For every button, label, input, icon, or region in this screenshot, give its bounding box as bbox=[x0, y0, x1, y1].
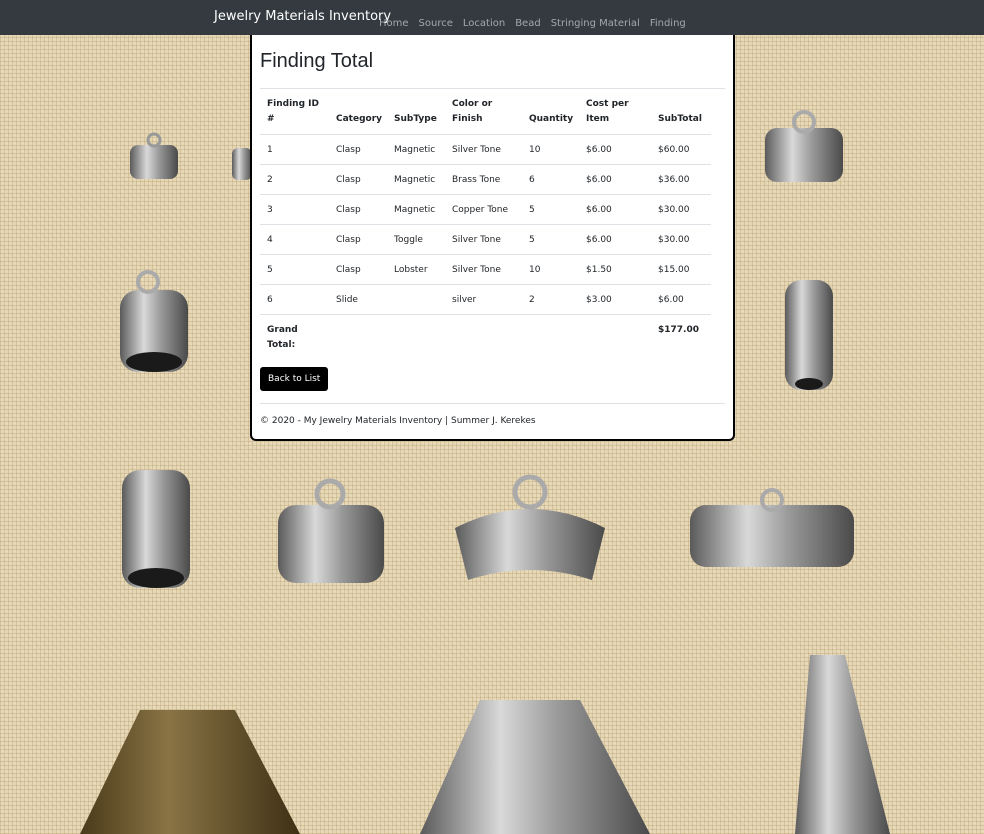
nav-item-stringing-material: Stringing Material bbox=[551, 11, 650, 30]
cell-quantity: 10 bbox=[522, 254, 579, 285]
cell-cost-per-item: $6.00 bbox=[579, 194, 651, 225]
cell-subtype: Magnetic bbox=[387, 194, 445, 225]
cell-quantity: 5 bbox=[522, 224, 579, 255]
footer-text: © 2020 - My Jewelry Materials Inventory … bbox=[260, 416, 536, 426]
back-to-list-button[interactable]: Back to List bbox=[260, 367, 329, 391]
nav-link-source[interactable]: Source bbox=[419, 18, 453, 29]
cell-category: Clasp bbox=[329, 194, 387, 225]
cell-category: Clasp bbox=[329, 134, 387, 165]
table-row: 3 Clasp Magnetic Copper Tone 5 $6.00 $30… bbox=[260, 194, 711, 225]
nav-item-finding: Finding bbox=[650, 11, 696, 30]
cell-subtotal: $30.00 bbox=[651, 224, 711, 255]
cell-category: Clasp bbox=[329, 254, 387, 285]
nav-links: Home Source Location Bead Stringing Mate… bbox=[379, 11, 696, 30]
grand-total-label: Grand Total: bbox=[267, 325, 298, 350]
cell-color-finish: Copper Tone bbox=[445, 194, 522, 225]
cell-quantity: 10 bbox=[522, 134, 579, 165]
cell-color-finish: Silver Tone bbox=[445, 254, 522, 285]
table-row: 5 Clasp Lobster Silver Tone 10 $1.50 $15… bbox=[260, 254, 711, 285]
nav-item-location: Location bbox=[463, 11, 515, 30]
header-category: Category bbox=[329, 93, 387, 135]
table-row: 6 Slide silver 2 $3.00 $6.00 bbox=[260, 284, 711, 315]
header-quantity: Quantity bbox=[522, 93, 579, 135]
grand-total-row: Grand Total: $177.00 bbox=[260, 315, 711, 354]
nav-item-bead: Bead bbox=[515, 11, 551, 30]
table-row: 2 Clasp Magnetic Brass Tone 6 $6.00 $36.… bbox=[260, 164, 711, 195]
cell-subtotal: $6.00 bbox=[651, 284, 711, 315]
nav-item-source: Source bbox=[419, 11, 463, 30]
cell-color-finish: Silver Tone bbox=[445, 224, 522, 255]
cell-category: Slide bbox=[329, 284, 387, 315]
cell-subtype bbox=[387, 284, 445, 315]
cell-subtype: Magnetic bbox=[387, 134, 445, 165]
cell-subtotal: $15.00 bbox=[651, 254, 711, 285]
table-row: 1 Clasp Magnetic Silver Tone 10 $6.00 $6… bbox=[260, 134, 711, 165]
cell-finding-id: 2 bbox=[260, 164, 329, 195]
cell-color-finish: Silver Tone bbox=[445, 134, 522, 165]
top-navbar: Jewelry Materials Inventory Home Source … bbox=[0, 0, 984, 35]
header-finding-id: Finding ID # bbox=[260, 93, 329, 135]
cell-finding-id: 3 bbox=[260, 194, 329, 225]
cell-cost-per-item: $1.50 bbox=[579, 254, 651, 285]
table-header-row: Finding ID # Category SubType Color or F… bbox=[260, 93, 711, 135]
nav-link-stringing-material[interactable]: Stringing Material bbox=[551, 18, 640, 29]
cell-category: Clasp bbox=[329, 224, 387, 255]
cell-finding-id: 1 bbox=[260, 134, 329, 165]
footer-divider bbox=[260, 403, 725, 404]
header-subtype: SubType bbox=[387, 93, 445, 135]
page-title: Finding Total bbox=[260, 50, 374, 72]
header-cost-per-item: Cost per Item bbox=[579, 93, 651, 135]
cell-cost-per-item: $6.00 bbox=[579, 164, 651, 195]
brand-link[interactable]: Jewelry Materials Inventory bbox=[214, 9, 391, 24]
cell-finding-id: 4 bbox=[260, 224, 329, 255]
cell-quantity: 5 bbox=[522, 194, 579, 225]
title-divider bbox=[260, 88, 725, 89]
nav-link-finding[interactable]: Finding bbox=[650, 18, 686, 29]
grand-total-value: $177.00 bbox=[658, 325, 699, 335]
header-subtotal: SubTotal bbox=[651, 93, 711, 135]
cell-subtotal: $60.00 bbox=[651, 134, 711, 165]
cell-cost-per-item: $6.00 bbox=[579, 134, 651, 165]
content-card: Finding Total Finding ID # Category SubT… bbox=[250, 35, 735, 441]
cell-cost-per-item: $3.00 bbox=[579, 284, 651, 315]
cell-subtype: Toggle bbox=[387, 224, 445, 255]
cell-finding-id: 5 bbox=[260, 254, 329, 285]
nav-link-location[interactable]: Location bbox=[463, 18, 505, 29]
header-color-finish: Color or Finish bbox=[445, 93, 522, 135]
cell-subtotal: $30.00 bbox=[651, 194, 711, 225]
cell-subtotal: $36.00 bbox=[651, 164, 711, 195]
cell-category: Clasp bbox=[329, 164, 387, 195]
nav-link-home[interactable]: Home bbox=[379, 18, 409, 29]
cell-cost-per-item: $6.00 bbox=[579, 224, 651, 255]
nav-item-home: Home bbox=[379, 11, 419, 30]
cell-color-finish: silver bbox=[445, 284, 522, 315]
table-row: 4 Clasp Toggle Silver Tone 5 $6.00 $30.0… bbox=[260, 224, 711, 255]
cell-quantity: 6 bbox=[522, 164, 579, 195]
cell-finding-id: 6 bbox=[260, 284, 329, 315]
cell-subtype: Lobster bbox=[387, 254, 445, 285]
nav-link-bead[interactable]: Bead bbox=[515, 18, 541, 29]
cell-subtype: Magnetic bbox=[387, 164, 445, 195]
cell-quantity: 2 bbox=[522, 284, 579, 315]
finding-total-table: Finding ID # Category SubType Color or F… bbox=[260, 93, 711, 353]
cell-color-finish: Brass Tone bbox=[445, 164, 522, 195]
